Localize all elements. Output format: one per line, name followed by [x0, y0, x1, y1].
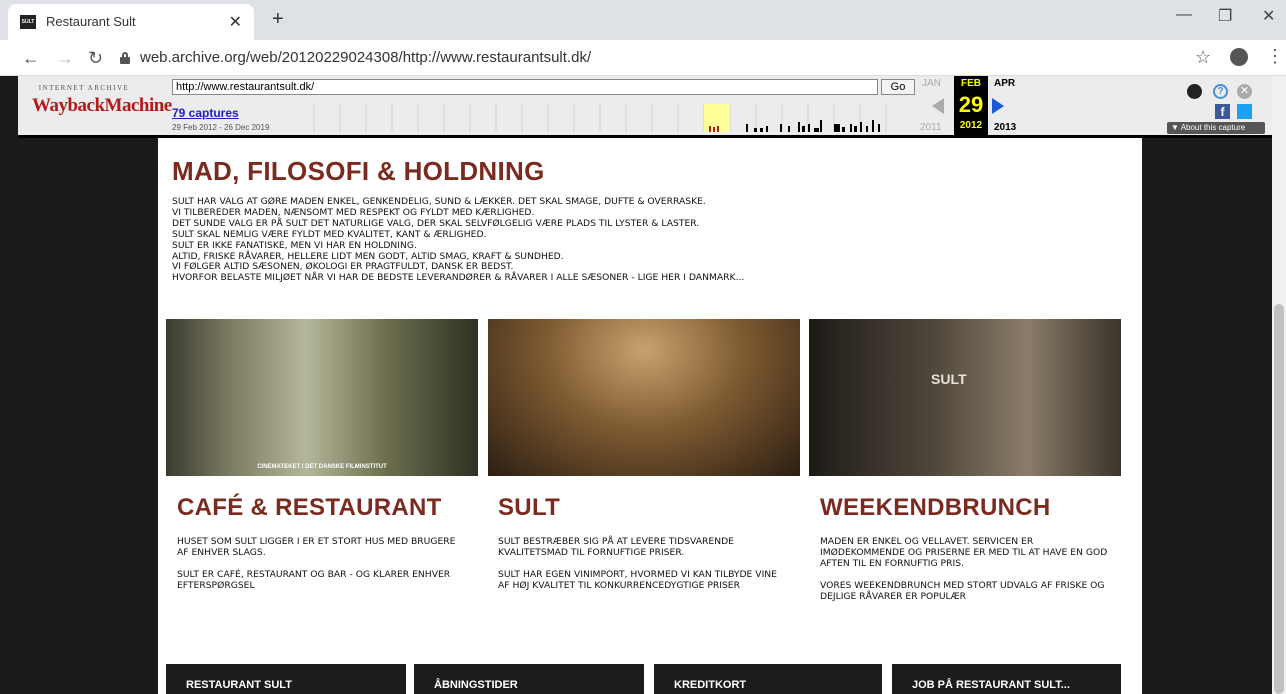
forward-icon[interactable]: → — [56, 48, 74, 69]
cafe-restaurant-heading: CAFÉ & RESTAURANT — [177, 494, 442, 521]
menus-photo: SULT — [809, 319, 1121, 476]
cinemateket-photo: CINEMATEKET / DET DANSKE FILMINSTITUT — [166, 319, 478, 476]
intro-line: SULT SKAL NEMLIG VÆRE FYLDT MED KVALITET… — [172, 228, 487, 240]
favicon-icon: SULT — [20, 15, 36, 29]
month-current: FEB 29 2012 — [954, 76, 988, 138]
menu-icon[interactable]: ⋮ — [1266, 46, 1284, 67]
new-tab-icon[interactable]: + — [272, 8, 284, 31]
tab-title: Restaurant Sult — [46, 14, 136, 29]
year-next[interactable]: 2013 — [994, 122, 1016, 133]
close-toolbar-icon[interactable]: ✕ — [1237, 84, 1252, 99]
page-content: MAD, FILOSOFI & HOLDNING SULT HAR VALG A… — [158, 138, 1142, 694]
minimize-icon[interactable]: — — [1176, 6, 1192, 24]
wayback-toolbar: INTERNET ARCHIVE WaybackMachine http://w… — [18, 76, 1272, 138]
url-field[interactable]: web.archive.org/web/20120229024308/http:… — [140, 49, 591, 66]
browser-tab[interactable]: SULT Restaurant Sult ✕ — [8, 4, 254, 40]
intro-line: SULT ER IKKE FANATISKE, MEN VI HAR EN HO… — [172, 239, 417, 251]
paragraph: SULT ER CAFÉ, RESTAURANT OG BAR - OG KLA… — [177, 568, 451, 591]
footer-tab-jobs[interactable]: JOB PÅ RESTAURANT SULT... — [892, 664, 1121, 694]
intro-line: HVORFOR BELASTE MILJØET NÅR VI HAR DE BE… — [172, 272, 745, 284]
footer-tab-credit-cards[interactable]: KREDITKORT — [654, 664, 882, 694]
footer-tab-opening-hours[interactable]: ÅBNINGSTIDER — [414, 664, 644, 694]
back-icon[interactable]: ← — [22, 48, 40, 69]
weekendbrunch-heading: WEEKENDBRUNCH — [820, 494, 1051, 521]
wayback-logo[interactable]: INTERNET ARCHIVE WaybackMachine — [32, 84, 172, 130]
sult-heading: SULT — [498, 494, 561, 521]
window-close-icon[interactable]: ✕ — [1262, 6, 1275, 26]
capture-day: 29 — [958, 92, 984, 117]
footer-tab-restaurant-sult[interactable]: RESTAURANT SULT — [166, 664, 406, 694]
help-icon[interactable]: ? — [1213, 84, 1228, 99]
page-headline: MAD, FILOSOFI & HOLDNING — [172, 156, 545, 186]
cafe-restaurant-text: HUSET SOM SULT LIGGER I ER ET STORT HUS … — [177, 536, 467, 603]
wayback-icons: ? ✕ f — [1173, 82, 1263, 126]
sult-text: SULT BESTRÆBER SIG PÅ AT LEVERE TIDSVARE… — [498, 536, 788, 603]
user-icon[interactable] — [1187, 84, 1202, 99]
scrollbar[interactable] — [1272, 76, 1286, 694]
reload-icon[interactable]: ↻ — [88, 48, 103, 69]
weekendbrunch-text: MADEN ER ENKEL OG VELLAVET. SERVICEN ER … — [820, 536, 1110, 614]
address-bar: ← → ↻ web.archive.org/web/20120229024308… — [0, 40, 1286, 76]
wayback-go-button[interactable]: Go — [881, 79, 915, 95]
intro-text: SULT HAR VALG AT GØRE MADEN ENKEL, GENKE… — [172, 196, 1132, 284]
photo-caption: CINEMATEKET / DET DANSKE FILMINSTITUT — [257, 464, 387, 470]
prev-capture-icon[interactable] — [932, 98, 944, 114]
facebook-icon[interactable]: f — [1215, 104, 1230, 119]
lock-icon[interactable] — [120, 52, 130, 64]
wayback-url-input[interactable]: http://www.restaurantsult.dk/ — [172, 79, 878, 95]
paragraph: MADEN ER ENKEL OG VELLAVET. SERVICEN ER … — [820, 536, 1108, 569]
captures-range: 29 Feb 2012 - 26 Dec 2019 — [172, 123, 270, 132]
twitter-icon[interactable] — [1237, 104, 1252, 119]
tab-close-icon[interactable]: ✕ — [229, 12, 242, 32]
restore-icon[interactable]: ❐ — [1218, 6, 1232, 26]
paragraph: VORES WEEKENDBRUNCH MED STORT UDVALG AF … — [820, 579, 1105, 602]
browser-tab-bar: SULT Restaurant Sult ✕ + — ❐ ✕ — [0, 0, 1286, 40]
about-capture-button[interactable]: ▼ About this capture — [1167, 122, 1265, 134]
month-next[interactable]: APR — [994, 78, 1015, 89]
scrollbar-thumb[interactable] — [1274, 304, 1284, 694]
captures-sparkline[interactable] — [288, 104, 912, 132]
captures-link[interactable]: 79 captures — [172, 106, 239, 120]
paragraph: HUSET SOM SULT LIGGER I ER ET STORT HUS … — [177, 536, 456, 558]
paragraph: SULT BESTRÆBER SIG PÅ AT LEVERE TIDSVARE… — [498, 536, 734, 558]
next-capture-icon[interactable] — [992, 98, 1004, 114]
wine-glasses-photo — [488, 319, 800, 476]
menu-sult-text: SULT — [931, 371, 967, 387]
account-icon[interactable] — [1230, 48, 1248, 66]
month-prev[interactable]: JAN — [922, 78, 941, 89]
paragraph: SULT HAR EGEN VINIMPORT, HVORMED VI KAN … — [498, 568, 777, 591]
star-icon[interactable]: ☆ — [1195, 47, 1211, 68]
wayback-calendar: JAN FEB 29 2012 APR 2011 2013 — [918, 76, 1038, 138]
year-prev[interactable]: 2011 — [920, 122, 942, 133]
